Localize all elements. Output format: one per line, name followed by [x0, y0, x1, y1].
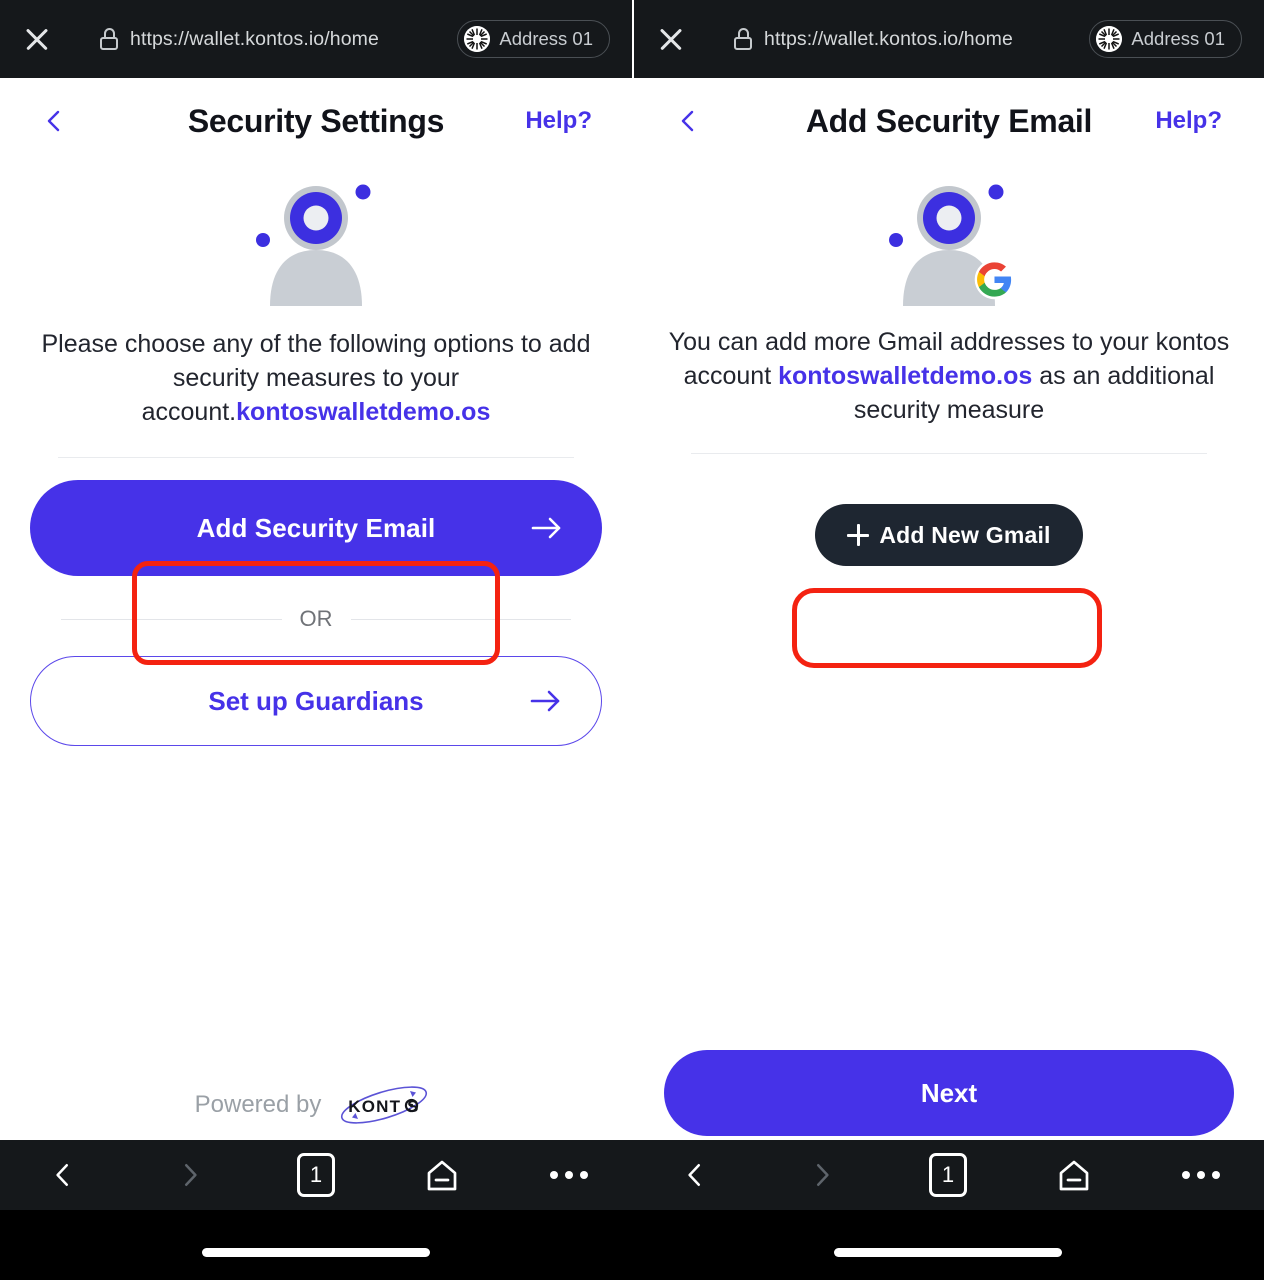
nav-more-icon[interactable] [539, 1149, 599, 1201]
avatar-illustration-wrap [0, 176, 632, 311]
identicon-icon [464, 26, 491, 52]
nav-forward-icon[interactable] [792, 1149, 852, 1201]
or-line-right [350, 618, 571, 620]
highlight-box-add-new-gmail [792, 588, 1102, 668]
back-chevron-icon[interactable] [42, 109, 66, 133]
account-chip-right[interactable]: Address 01 [1089, 20, 1242, 58]
pane-header-right: Add Security Email Help? [634, 78, 1264, 164]
kontos-logo-icon: KONT S [331, 1085, 437, 1125]
bottom-nav-right: 1 [632, 1140, 1264, 1210]
pane-description-left: Please choose any of the following optio… [34, 327, 599, 429]
powered-by-label: Powered by [194, 1091, 322, 1118]
pane-description-right: You can add more Gmail addresses to your… [659, 325, 1239, 427]
powered-by-footer: Powered by KONT S [0, 1085, 632, 1125]
section-divider [58, 457, 574, 458]
or-label: OR [299, 606, 333, 631]
url-text[interactable]: https://wallet.kontos.io/home [130, 28, 379, 51]
plus-icon [847, 524, 870, 546]
bottom-nav-left: 1 [0, 1140, 632, 1210]
app-panes: Security Settings Help? Please choose an… [0, 78, 1264, 1170]
gesture-half-right [632, 1210, 1264, 1280]
account-chip-label: Address 01 [499, 28, 593, 49]
arrow-right-icon [530, 515, 564, 541]
tab-count-label: 1 [928, 1153, 967, 1197]
pane-add-security-email: Add Security Email Help? You can add mor… [632, 78, 1264, 1170]
lock-icon [100, 28, 118, 50]
lock-icon [734, 28, 752, 50]
user-avatar-google-icon [883, 176, 1015, 306]
bottom-nav-row: 1 1 [0, 1140, 1264, 1210]
nav-tab-count[interactable]: 1 [918, 1149, 978, 1201]
account-chip-label: Address 01 [1131, 28, 1225, 49]
user-avatar-icon [250, 176, 382, 306]
set-up-guardians-label: Set up Guardians [208, 685, 424, 716]
home-gesture-bar[interactable] [202, 1248, 430, 1257]
section-divider [691, 453, 1207, 454]
nav-back-icon[interactable] [665, 1149, 725, 1201]
next-button-label: Next [920, 1077, 978, 1108]
nav-tab-count[interactable]: 1 [286, 1149, 346, 1201]
nav-forward-icon[interactable] [160, 1149, 220, 1201]
help-link[interactable]: Help? [1155, 107, 1222, 135]
browser-chrome-right: https://wallet.kontos.io/home Address 01 [632, 0, 1264, 78]
help-link[interactable]: Help? [525, 107, 592, 135]
add-new-gmail-label: Add New Gmail [879, 521, 1051, 548]
gesture-half-left [0, 1210, 632, 1280]
identicon-icon [1096, 26, 1123, 52]
or-separator: OR [61, 606, 571, 632]
account-chip-left[interactable]: Address 01 [457, 20, 610, 58]
close-icon[interactable] [648, 16, 694, 62]
nav-home-icon[interactable] [1044, 1149, 1104, 1201]
tab-count-label: 1 [296, 1153, 335, 1197]
account-name-highlight: kontoswalletdemo.os [778, 362, 1033, 390]
avatar-illustration-wrap [634, 176, 1264, 311]
browser-chrome-left: https://wallet.kontos.io/home Address 01 [0, 0, 632, 78]
back-chevron-icon[interactable] [676, 109, 700, 133]
next-button[interactable]: Next [664, 1050, 1234, 1136]
url-text[interactable]: https://wallet.kontos.io/home [764, 28, 1013, 51]
nav-home-icon[interactable] [412, 1149, 472, 1201]
pane-header-left: Security Settings Help? [0, 78, 632, 164]
gesture-bar-area [0, 1210, 1264, 1280]
add-security-email-label: Add Security Email [196, 512, 436, 543]
or-line-left [61, 618, 282, 620]
pane-security-settings: Security Settings Help? Please choose an… [0, 78, 632, 1170]
account-name-highlight: kontoswalletdemo.os [236, 398, 491, 426]
add-new-gmail-button[interactable]: Add New Gmail [815, 504, 1083, 566]
add-gmail-slot: Add New Gmail [634, 504, 1264, 566]
arrow-right-icon [529, 688, 563, 714]
nav-more-icon[interactable] [1171, 1149, 1231, 1201]
screenshot-root: https://wallet.kontos.io/home Address 01… [0, 0, 1264, 1280]
add-security-email-button[interactable]: Add Security Email [30, 480, 602, 576]
set-up-guardians-button[interactable]: Set up Guardians [30, 656, 602, 746]
browser-chrome-row: https://wallet.kontos.io/home Address 01… [0, 0, 1264, 78]
nav-back-icon[interactable] [33, 1149, 93, 1201]
home-gesture-bar[interactable] [834, 1248, 1062, 1257]
close-icon[interactable] [14, 16, 60, 62]
